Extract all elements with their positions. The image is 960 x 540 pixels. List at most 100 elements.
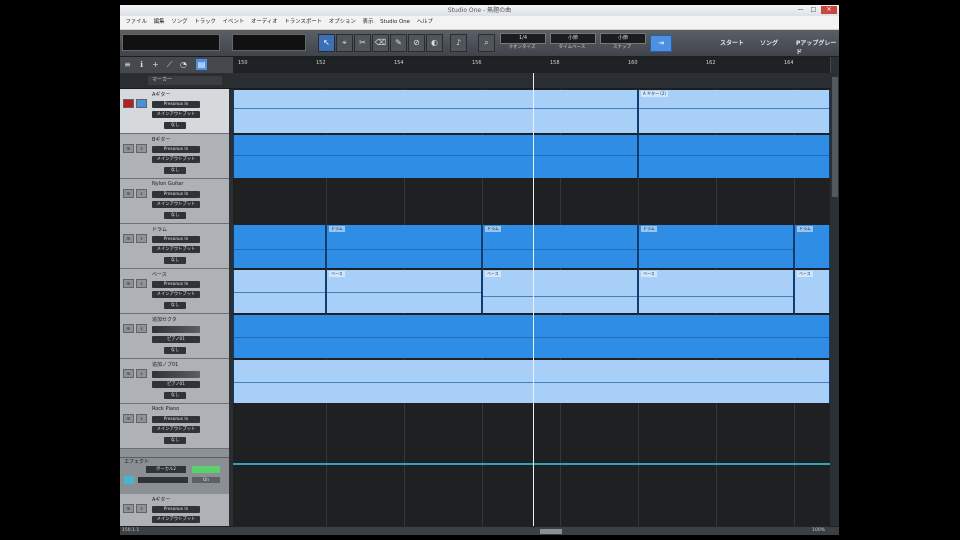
quantize-field[interactable]: 1/4: [500, 33, 546, 44]
mute-button[interactable]: m: [123, 369, 134, 378]
menu-view[interactable]: 表示: [359, 16, 377, 29]
output-field[interactable]: メインアウトプット: [152, 426, 200, 433]
solo-button[interactable]: s: [136, 324, 147, 333]
output-field[interactable]: メインアウトプット: [152, 291, 200, 298]
solo-button[interactable]: s: [136, 414, 147, 423]
folder-icon[interactable]: ▤: [196, 59, 207, 70]
audio-clip[interactable]: [233, 225, 326, 268]
maximize-button[interactable]: □: [808, 6, 819, 14]
track-header[interactable]: Nylon Guitar ms Presonus In メインアウトプット なし: [120, 179, 229, 224]
instrument-clip[interactable]: [233, 360, 830, 403]
mode-field[interactable]: なし: [164, 437, 186, 444]
zoom-tool-icon[interactable]: ⌕: [478, 34, 495, 52]
solo-button[interactable]: s: [136, 189, 147, 198]
vertical-scrollbar[interactable]: [831, 57, 839, 528]
vertical-scroll-thumb[interactable]: [832, 77, 838, 197]
solo-button[interactable]: s: [136, 504, 147, 513]
audio-clip[interactable]: A ギター (2): [638, 90, 830, 133]
snap-toggle-icon[interactable]: ⇥: [650, 35, 672, 52]
list-icon[interactable]: ≡: [122, 59, 133, 70]
volume-slider[interactable]: [152, 371, 200, 378]
menu-event[interactable]: イベント: [219, 16, 247, 29]
solo-button[interactable]: s: [136, 144, 147, 153]
mute-button[interactable]: m: [123, 279, 134, 288]
mode-field[interactable]: なし: [164, 347, 186, 354]
output-field[interactable]: メインアウトプット: [152, 516, 200, 523]
output-field[interactable]: メインアウトプット: [152, 201, 200, 208]
output-field[interactable]: メインアウトプット: [152, 246, 200, 253]
menu-transport[interactable]: トランスポート: [281, 16, 325, 29]
input-field[interactable]: Presonus In: [152, 101, 200, 108]
listen-tool-icon[interactable]: ♪: [450, 34, 467, 52]
bend-tool-icon[interactable]: ◐: [426, 34, 443, 52]
record-arm-button[interactable]: [123, 99, 134, 108]
menu-audio[interactable]: オーディオ: [248, 16, 281, 29]
track-header[interactable]: 追加ノブ01 ms ピアノ01 なし: [120, 359, 229, 404]
track-inspector-box[interactable]: [122, 34, 220, 51]
fx-volume-slider[interactable]: [138, 477, 188, 483]
add-track-icon[interactable]: +: [150, 59, 161, 70]
mute-button[interactable]: m: [123, 414, 134, 423]
info-icon[interactable]: ℹ: [136, 59, 147, 70]
menu-studio-one[interactable]: Studio One: [377, 16, 414, 29]
timeline-ruler[interactable]: 150 152 154 156 158 160 162 164: [233, 57, 830, 73]
pencil-tool-icon[interactable]: ✎: [390, 34, 407, 52]
mute-button[interactable]: m: [123, 234, 134, 243]
output-field[interactable]: ピアノ01: [152, 336, 200, 343]
minimize-button[interactable]: —: [795, 6, 806, 14]
arrow-tool-icon[interactable]: ↖: [318, 34, 335, 52]
audio-clip[interactable]: ドラム: [638, 225, 794, 268]
mute-button[interactable]: m: [123, 504, 134, 513]
solo-button[interactable]: s: [136, 234, 147, 243]
editor-box[interactable]: [232, 34, 306, 51]
solo-button[interactable]: s: [136, 279, 147, 288]
mute-button[interactable]: m: [123, 189, 134, 198]
mode-field[interactable]: なし: [164, 257, 186, 264]
track-header[interactable]: Aギター ms Presonus In メインアウトプット: [120, 494, 229, 527]
fx-track-header[interactable]: エフェクト ボーカル2 On: [120, 457, 229, 494]
monitor-button[interactable]: [136, 99, 147, 108]
track-header[interactable]: ベース ms Presonus In メインアウトプット なし: [120, 269, 229, 314]
input-field[interactable]: Presonus In: [152, 146, 200, 153]
audio-clip[interactable]: ドラム: [326, 225, 482, 268]
audio-clip[interactable]: [233, 135, 638, 178]
audio-clip[interactable]: ドラム: [482, 225, 638, 268]
arrange-view[interactable]: A ギター (2) ドラム ドラム ドラム ドラム ベース ベース ベース ベー…: [233, 89, 830, 526]
audio-clip[interactable]: ベース: [326, 270, 482, 313]
input-field[interactable]: Presonus In: [152, 236, 200, 243]
track-header[interactable]: Aギター Presonus In メインアウトプット なし: [120, 89, 229, 134]
audio-clip[interactable]: ベース: [482, 270, 638, 313]
timebase-field[interactable]: 小節: [550, 33, 596, 44]
audio-clip[interactable]: [638, 135, 830, 178]
audio-clip[interactable]: ベース: [638, 270, 794, 313]
input-field[interactable]: Presonus In: [152, 416, 200, 423]
range-tool-icon[interactable]: ⌖: [336, 34, 353, 52]
audio-clip[interactable]: [233, 270, 326, 313]
mode-field[interactable]: なし: [164, 212, 186, 219]
menu-options[interactable]: オプション: [325, 16, 359, 29]
output-field[interactable]: メインアウトプット: [152, 111, 200, 118]
fx-name-field[interactable]: ボーカル2: [146, 466, 186, 473]
horizontal-scroll-thumb[interactable]: [540, 529, 562, 534]
mode-field[interactable]: なし: [164, 392, 186, 399]
playhead-cursor[interactable]: [533, 73, 534, 528]
automation-icon[interactable]: ⟋: [164, 59, 175, 70]
output-field[interactable]: メインアウトプット: [152, 156, 200, 163]
snap-field[interactable]: 小節: [600, 33, 646, 44]
output-field[interactable]: ピアノ01: [152, 381, 200, 388]
start-button[interactable]: スタート: [720, 38, 744, 47]
track-header[interactable]: Rock Piano ms Presonus In メインアウトプット なし: [120, 404, 229, 449]
input-field[interactable]: Presonus In: [152, 506, 200, 513]
mute-button[interactable]: m: [123, 144, 134, 153]
menu-edit[interactable]: 編集: [150, 16, 168, 29]
audio-clip[interactable]: ドラム: [794, 225, 830, 268]
fx-color-swatch[interactable]: [124, 476, 134, 484]
input-field[interactable]: Presonus In: [152, 191, 200, 198]
eraser-tool-icon[interactable]: ⌫: [372, 34, 389, 52]
volume-slider[interactable]: [152, 326, 200, 333]
mode-field[interactable]: なし: [164, 167, 186, 174]
menu-track[interactable]: トラック: [191, 16, 219, 29]
audio-clip[interactable]: ベース: [794, 270, 830, 313]
track-header[interactable]: Bギター ms Presonus In メインアウトプット なし: [120, 134, 229, 179]
track-header[interactable]: ドラム ms Presonus In メインアウトプット なし: [120, 224, 229, 269]
